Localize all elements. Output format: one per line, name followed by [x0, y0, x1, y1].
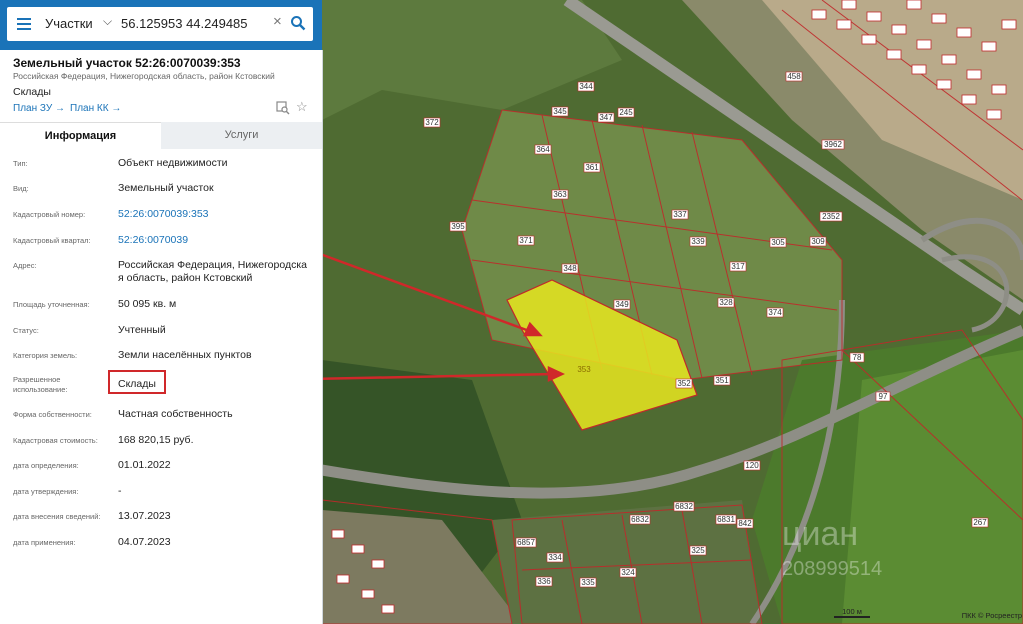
field-value: 168 820,15 руб.: [118, 434, 194, 446]
field-label: Разрешенное использование:: [13, 375, 68, 394]
search-box: Участки ⌵ 56.125953 44.249485 ×: [7, 7, 313, 41]
field-label: Форма собственности:: [13, 410, 92, 419]
svg-text:245: 245: [619, 108, 633, 117]
tab-services[interactable]: Услуги: [161, 122, 322, 149]
field-label: дата применения:: [13, 538, 76, 547]
search-input[interactable]: 56.125953 44.249485: [121, 16, 248, 31]
svg-text:6832: 6832: [675, 502, 693, 511]
scale-label: 100 м: [842, 607, 862, 616]
field-label: Вид:: [13, 184, 29, 193]
field-label: Тип:: [13, 159, 28, 168]
svg-text:347: 347: [599, 113, 613, 122]
field-label: Площадь уточненная:: [13, 300, 90, 309]
field-value: 13.07.2023: [118, 510, 171, 522]
field-label: Кадастровая стоимость:: [13, 436, 98, 445]
svg-text:334: 334: [548, 553, 562, 562]
svg-text:363: 363: [553, 190, 567, 199]
svg-text:335: 335: [581, 578, 595, 587]
field-label: Кадастровый номер:: [13, 210, 86, 219]
field-value-link[interactable]: 52:26:0070039: [118, 234, 313, 247]
field-value: Учтенный: [118, 324, 166, 336]
svg-text:374: 374: [768, 308, 782, 317]
attribution: ПКК © Росреестр: [962, 611, 1022, 620]
arrow-right-icon: →: [54, 103, 65, 114]
field-value: 50 095 кв. м: [118, 298, 177, 310]
find-on-map-icon[interactable]: [276, 101, 290, 115]
svg-text:336: 336: [537, 577, 551, 586]
svg-text:3962: 3962: [824, 140, 842, 149]
svg-text:339: 339: [691, 237, 705, 246]
map-canvas[interactable]: 344 345 347 245 364 361 337 339 317 309 305 37…: [322, 0, 1023, 624]
svg-text:372: 372: [425, 118, 439, 127]
layer-select[interactable]: Участки: [45, 16, 93, 31]
svg-text:6832: 6832: [631, 515, 649, 524]
svg-text:267: 267: [973, 518, 987, 527]
svg-text:371: 371: [519, 236, 533, 245]
svg-text:324: 324: [621, 568, 635, 577]
svg-text:317: 317: [731, 262, 745, 271]
svg-text:309: 309: [811, 237, 825, 246]
field-value: Российская Федерация, Нижегородска я обл…: [118, 259, 308, 284]
svg-text:97: 97: [879, 392, 888, 401]
field-value-link[interactable]: 52:26:0070039:353: [118, 208, 313, 221]
field-value: Объект недвижимости: [118, 157, 228, 169]
tab-info[interactable]: Информация: [0, 122, 161, 150]
field-label: Статус:: [13, 326, 39, 335]
field-value: Земельный участок: [118, 182, 214, 194]
svg-text:337: 337: [673, 210, 687, 219]
parcel-title: Земельный участок 52:26:0070039:353: [13, 56, 241, 70]
plan-kk-link[interactable]: План КК →: [70, 103, 121, 114]
field-value: Частная собственность: [118, 408, 233, 420]
close-icon[interactable]: ×: [273, 13, 282, 30]
svg-text:345: 345: [553, 107, 567, 116]
menu-icon[interactable]: [17, 18, 31, 30]
arrow-right-icon: →: [111, 103, 122, 114]
top-bar: Участки ⌵ 56.125953 44.249485 × ‹: [0, 0, 334, 50]
svg-text:120: 120: [745, 461, 759, 470]
field-label: Категория земель:: [13, 351, 78, 360]
info-sidebar: Земельный участок 52:26:0070039:353 Росс…: [0, 0, 322, 624]
field-label: дата определения:: [13, 461, 79, 470]
svg-text:458: 458: [787, 72, 801, 81]
svg-text:344: 344: [579, 82, 593, 91]
field-label: дата внесения сведений:: [13, 512, 101, 521]
svg-text:351: 351: [715, 376, 729, 385]
tabs: Информация Услуги: [0, 122, 322, 150]
field-value: Земли населённых пунктов: [118, 349, 252, 361]
field-value: 04.07.2023: [118, 536, 171, 548]
svg-text:305: 305: [771, 238, 785, 247]
svg-text:364: 364: [536, 145, 550, 154]
svg-text:395: 395: [451, 222, 465, 231]
svg-text:328: 328: [719, 298, 733, 307]
star-icon[interactable]: ☆: [296, 99, 308, 115]
svg-text:348: 348: [563, 264, 577, 273]
plan-zu-label: План ЗУ: [13, 103, 53, 114]
highlight-frame: [108, 370, 166, 394]
field-value: 01.01.2022: [118, 459, 171, 471]
svg-text:352: 352: [677, 379, 691, 388]
svg-text:361: 361: [585, 163, 599, 172]
watermark-id: 208999514: [782, 558, 882, 580]
watermark-text: циан: [782, 515, 858, 553]
plan-kk-label: План КК: [70, 103, 109, 114]
svg-text:349: 349: [615, 300, 629, 309]
parcel-address-line: Российская Федерация, Нижегородская обла…: [13, 71, 275, 81]
svg-text:6831: 6831: [717, 515, 735, 524]
chevron-down-icon[interactable]: ⌵: [103, 14, 112, 29]
parcel-use-line: Склады: [13, 86, 51, 98]
svg-text:6857: 6857: [517, 538, 535, 547]
svg-text:842: 842: [738, 519, 752, 528]
search-icon[interactable]: [290, 15, 306, 31]
plan-zu-link[interactable]: План ЗУ →: [13, 103, 65, 114]
field-value: -: [118, 485, 122, 497]
field-label: дата утверждения:: [13, 487, 79, 496]
field-label: Кадастровый квартал:: [13, 236, 91, 245]
field-label: Адрес:: [13, 261, 37, 270]
map-view[interactable]: 344 345 347 245 364 361 337 339 317 309 305 37…: [322, 0, 1023, 624]
svg-text:325: 325: [691, 546, 705, 555]
svg-text:2352: 2352: [822, 212, 840, 221]
selected-parcel-number: 353: [577, 365, 591, 374]
svg-text:78: 78: [853, 353, 862, 362]
panel-divider: [322, 50, 323, 624]
